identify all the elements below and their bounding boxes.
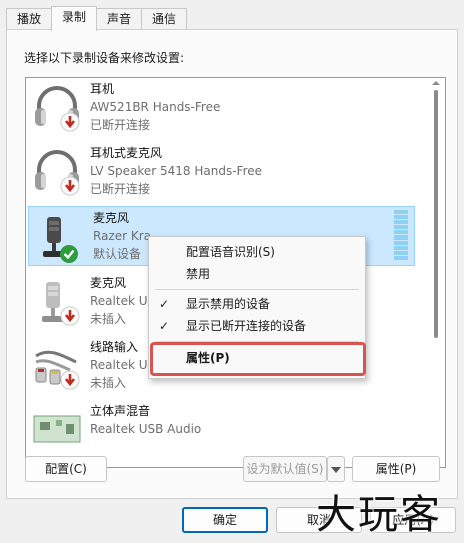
device-status: 未插入 bbox=[90, 376, 127, 390]
tab-recording[interactable]: 录制 bbox=[51, 6, 98, 31]
device-name: 麦克风 bbox=[93, 211, 130, 225]
configure-button[interactable]: 配置(C) bbox=[25, 456, 107, 482]
disconnected-badge-icon bbox=[60, 370, 80, 390]
disconnected-badge-icon bbox=[60, 306, 80, 326]
ok-button[interactable]: 确定 bbox=[182, 507, 268, 533]
tab-sounds[interactable]: 声音 bbox=[96, 8, 143, 30]
scroll-up-icon[interactable] bbox=[432, 81, 440, 85]
properties-button[interactable]: 属性(P) bbox=[352, 456, 440, 482]
device-detail: Razer Kra bbox=[93, 229, 152, 243]
device-item[interactable]: 立体声混音 Realtek USB Audio bbox=[26, 400, 416, 460]
device-status: 已断开连接 bbox=[90, 118, 151, 132]
vertical-scrollbar[interactable] bbox=[426, 78, 445, 467]
device-name: 耳机 bbox=[90, 82, 115, 96]
menu-item-show-disabled[interactable]: ✓ 显示禁用的设备 bbox=[149, 293, 365, 315]
device-name: 麦克风 bbox=[90, 276, 127, 290]
device-detail: LV Speaker 5418 Hands-Free bbox=[90, 164, 263, 178]
checkmark-icon: ✓ bbox=[159, 319, 170, 333]
set-default-dropdown bbox=[327, 456, 345, 482]
menu-separator bbox=[155, 289, 359, 290]
device-status: 已断开连接 bbox=[90, 182, 151, 196]
checkmark-icon: ✓ bbox=[159, 297, 170, 311]
menu-item-disable[interactable]: 禁用 bbox=[149, 263, 365, 285]
level-meter bbox=[394, 210, 408, 260]
tab-communications[interactable]: 通信 bbox=[141, 8, 188, 30]
instruction-label: 选择以下录制设备来修改设置: bbox=[24, 51, 185, 65]
scroll-thumb[interactable] bbox=[434, 90, 438, 338]
circuit-board-icon bbox=[33, 415, 81, 443]
tab-strip: 播放 录制 声音 通信 bbox=[6, 6, 188, 31]
chevron-down-icon bbox=[331, 467, 341, 473]
device-name: 立体声混音 bbox=[90, 404, 151, 418]
menu-item-show-disconnected[interactable]: ✓ 显示已断开连接的设备 bbox=[149, 315, 365, 337]
tab-playback[interactable]: 播放 bbox=[6, 8, 53, 30]
disconnected-badge-icon bbox=[60, 176, 80, 196]
menu-item-label: 显示禁用的设备 bbox=[186, 297, 271, 311]
device-status: 默认设备 bbox=[93, 247, 142, 261]
highlight-box bbox=[150, 342, 366, 376]
menu-item-label: 显示已断开连接的设备 bbox=[186, 319, 307, 333]
device-item[interactable]: 耳机 AW521BR Hands-Free 已断开连接 bbox=[26, 78, 416, 138]
menu-item-label: 配置语音识别(S) bbox=[186, 245, 275, 259]
device-detail: Realtek US bbox=[90, 294, 156, 308]
default-check-badge-icon bbox=[60, 245, 78, 263]
device-item[interactable]: 耳机式麦克风 LV Speaker 5418 Hands-Free 已断开连接 bbox=[26, 142, 416, 202]
device-name: 耳机式麦克风 bbox=[90, 146, 163, 160]
set-default-button: 设为默认值(S) bbox=[243, 456, 327, 482]
menu-item-label: 禁用 bbox=[186, 267, 211, 281]
disconnected-badge-icon bbox=[60, 112, 80, 132]
device-status: 未插入 bbox=[90, 312, 127, 326]
device-detail: Realtek USB Audio bbox=[90, 422, 202, 436]
menu-item-configure-speech[interactable]: 配置语音识别(S) bbox=[149, 241, 365, 263]
watermark: 大玩客 bbox=[316, 492, 442, 538]
device-detail: AW521BR Hands-Free bbox=[90, 100, 221, 114]
device-name: 线路输入 bbox=[90, 340, 139, 354]
